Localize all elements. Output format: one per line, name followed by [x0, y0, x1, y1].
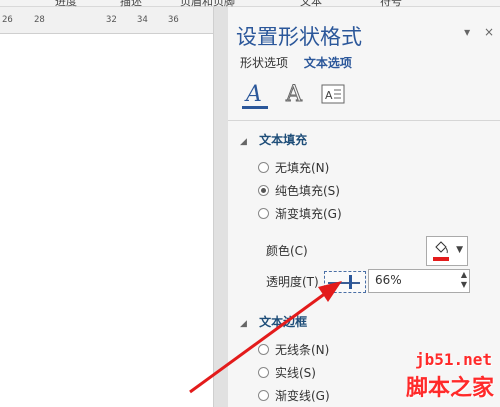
transparency-slider[interactable] [324, 271, 366, 293]
radio-label: 无填充(N) [275, 161, 330, 175]
radio-icon[interactable] [258, 367, 269, 378]
spin-arrows-icon[interactable]: ▲ ▼ [461, 270, 467, 290]
divider [228, 120, 500, 121]
ribbon-strip: 进度 描述 页眉和页脚 文本 符号 [0, 0, 500, 8]
fill-color-picker-button[interactable]: ▼ [426, 236, 468, 266]
current-color-swatch [433, 257, 449, 261]
section-text-border[interactable]: ◢ 文本边框 [240, 313, 307, 330]
close-icon[interactable]: × [484, 25, 494, 39]
ruler-tick: 36 [168, 15, 179, 25]
svg-text:A: A [244, 82, 262, 107]
collapse-triangle-icon[interactable]: ◢ [240, 319, 247, 329]
section-heading: 文本填充 [259, 133, 308, 147]
paint-bucket-icon [435, 241, 448, 254]
horizontal-ruler: 26 28 32 34 36 [0, 7, 213, 34]
radio-gradient-line[interactable]: 渐变线(G) [258, 387, 330, 404]
text-fill-outline-icon[interactable]: A [242, 81, 268, 109]
tab-shape-options[interactable]: 形状选项 [240, 56, 288, 70]
radio-label: 纯色填充(S) [275, 184, 340, 198]
pane-subtabs: 形状选项 文本选项 [240, 54, 352, 71]
tab-text-options[interactable]: 文本选项 [304, 56, 352, 70]
svg-text:A: A [285, 82, 303, 107]
radio-label: 无线条(N) [275, 343, 330, 357]
ruler-tick: 26 [2, 15, 13, 25]
document-canvas[interactable] [0, 34, 213, 407]
watermark-name: 脚本之家 [405, 376, 494, 401]
section-text-fill[interactable]: ◢ 文本填充 [240, 131, 307, 148]
radio-selected-icon[interactable] [258, 185, 269, 196]
textbox-icon[interactable]: A [320, 81, 346, 109]
slider-track [328, 282, 360, 284]
radio-solid-fill[interactable]: 纯色填充(S) [258, 182, 340, 199]
transparency-spinbox[interactable]: 66% ▲ ▼ [368, 269, 470, 293]
radio-gradient-fill[interactable]: 渐变填充(G) [258, 205, 342, 222]
radio-no-fill[interactable]: 无填充(N) [258, 159, 329, 176]
radio-no-line[interactable]: 无线条(N) [258, 341, 329, 358]
radio-icon[interactable] [258, 208, 269, 219]
chevron-down-icon[interactable]: ▼ [456, 245, 463, 255]
radio-icon[interactable] [258, 162, 269, 173]
pane-splitter[interactable] [213, 7, 229, 407]
pane-controls: ▾ × [454, 25, 494, 39]
pane-options-dropdown-icon[interactable]: ▾ [464, 25, 470, 39]
radio-label: 渐变填充(G) [275, 207, 342, 221]
ruler-tick: 28 [34, 15, 45, 25]
ruler-tick: 32 [106, 15, 117, 25]
collapse-triangle-icon[interactable]: ◢ [240, 137, 247, 147]
transparency-value[interactable]: 66% [375, 273, 402, 287]
format-shape-pane: 设置形状格式 ▾ × 形状选项 文本选项 A A A ◢ 文本填充 无填充(N)… [228, 7, 500, 407]
ruler-tick: 34 [137, 15, 148, 25]
radio-label: 实线(S) [275, 366, 316, 380]
radio-solid-line[interactable]: 实线(S) [258, 364, 316, 381]
text-effects-icon[interactable]: A [282, 81, 308, 109]
radio-icon[interactable] [258, 344, 269, 355]
watermark-site: jb51.net [414, 350, 492, 369]
radio-icon[interactable] [258, 390, 269, 401]
radio-label: 渐变线(G) [275, 389, 330, 403]
section-heading: 文本边框 [259, 315, 308, 329]
color-label: 颜色(C) [266, 244, 308, 258]
pane-title: 设置形状格式 [236, 25, 362, 49]
transparency-label: 透明度(T) [266, 275, 319, 289]
slider-thumb[interactable] [349, 275, 353, 289]
svg-text:A: A [325, 89, 333, 102]
